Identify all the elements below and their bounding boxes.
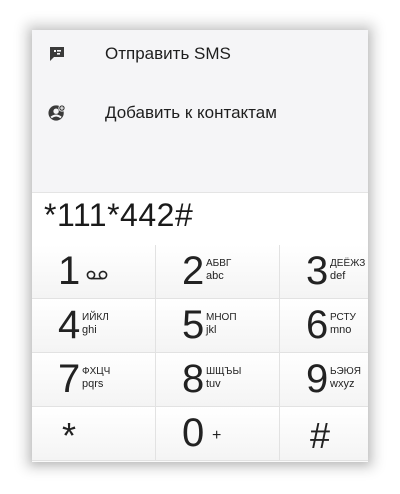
- key-6-letters: РСТУ mno: [330, 311, 356, 337]
- key-0-plus: +: [212, 427, 222, 444]
- key-4-cyrillic: ИЙКЛ: [82, 312, 109, 323]
- key-9-cyrillic: ЬЭЮЯ: [330, 366, 361, 377]
- key-3-cyrillic: ДЕЁЖЗ: [330, 258, 366, 269]
- key-3-digit: 3: [306, 249, 329, 293]
- key-3[interactable]: 3 ДЕЁЖЗ def: [280, 245, 368, 299]
- add-contact-icon: [48, 104, 66, 122]
- key-2[interactable]: 2 АБВГ abc: [156, 245, 280, 299]
- key-hash-symbol: #: [310, 415, 331, 456]
- key-7-latin: pqrs: [82, 378, 104, 390]
- send-sms-label: Отправить SMS: [105, 44, 231, 63]
- key-4-latin: ghi: [82, 324, 97, 336]
- add-contact-label: Добавить к контактам: [105, 103, 277, 122]
- key-star[interactable]: *: [32, 407, 156, 461]
- key-9-digit: 9: [306, 357, 329, 401]
- key-0[interactable]: 0 +: [156, 407, 280, 461]
- dial-keypad: 1 2 АБВГ abc 3 ДЕЁЖЗ def 4 ИЙКЛ ghi 5 МН…: [32, 245, 368, 462]
- key-9-letters: ЬЭЮЯ wxyz: [330, 365, 361, 391]
- key-8[interactable]: 8 ШЩЪЫ tuv: [156, 353, 280, 407]
- key-6-digit: 6: [306, 303, 329, 347]
- key-2-letters: АБВГ abc: [206, 257, 231, 283]
- key-8-cyrillic: ШЩЪЫ: [206, 366, 242, 377]
- send-sms-menu-item[interactable]: Отправить SMS: [32, 34, 368, 74]
- key-6-latin: mno: [330, 324, 352, 336]
- dialed-number: *111*442#: [44, 197, 194, 233]
- key-9-latin: wxyz: [330, 378, 355, 390]
- key-6[interactable]: 6 РСТУ mno: [280, 299, 368, 353]
- add-contact-menu-item[interactable]: Добавить к контактам: [32, 93, 368, 133]
- key-8-latin: tuv: [206, 378, 221, 390]
- key-2-latin: abc: [206, 270, 224, 282]
- key-7-digit: 7: [58, 357, 81, 401]
- key-2-cyrillic: АБВГ: [206, 258, 232, 269]
- key-4[interactable]: 4 ИЙКЛ ghi: [32, 299, 156, 353]
- key-hash[interactable]: #: [280, 407, 368, 461]
- sms-icon: [48, 45, 66, 63]
- key-6-cyrillic: РСТУ: [330, 312, 356, 323]
- key-9[interactable]: 9 ЬЭЮЯ wxyz: [280, 353, 368, 407]
- voicemail-icon: [86, 267, 108, 285]
- key-5-digit: 5: [182, 303, 205, 347]
- key-5-cyrillic: МНОП: [206, 312, 237, 323]
- key-star-symbol: *: [62, 415, 77, 456]
- key-8-letters: ШЩЪЫ tuv: [206, 365, 241, 391]
- key-7-cyrillic: ФХЦЧ: [82, 366, 111, 377]
- key-2-digit: 2: [182, 249, 205, 293]
- key-5-letters: МНОП jkl: [206, 311, 237, 337]
- key-3-latin: def: [330, 270, 346, 282]
- key-7-letters: ФХЦЧ pqrs: [82, 365, 110, 391]
- key-8-digit: 8: [182, 357, 205, 401]
- key-4-digit: 4: [58, 303, 81, 347]
- key-3-letters: ДЕЁЖЗ def: [330, 257, 365, 283]
- key-1[interactable]: 1: [32, 245, 156, 299]
- key-1-digit: 1: [58, 249, 81, 293]
- dialed-number-field[interactable]: *111*442#: [32, 192, 368, 245]
- dialer-screen: Отправить SMS Добавить к контактам *111*…: [32, 30, 368, 462]
- key-0-digit: 0: [182, 411, 205, 455]
- key-5-latin: jkl: [206, 324, 217, 336]
- key-5[interactable]: 5 МНОП jkl: [156, 299, 280, 353]
- key-7[interactable]: 7 ФХЦЧ pqrs: [32, 353, 156, 407]
- key-4-letters: ИЙКЛ ghi: [82, 311, 109, 337]
